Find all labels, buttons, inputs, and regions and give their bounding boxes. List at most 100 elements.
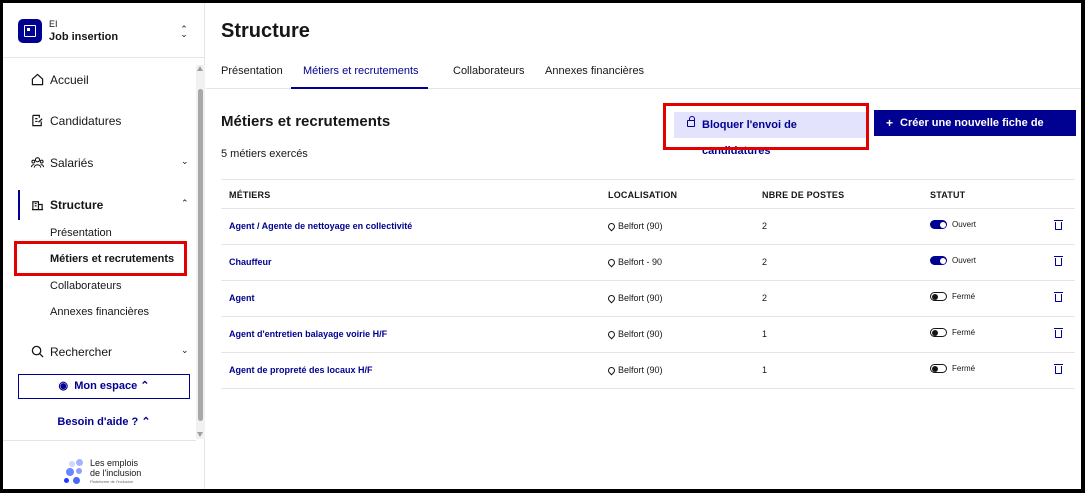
location: Belfort (90) xyxy=(606,293,663,304)
org-type: EI xyxy=(49,19,58,29)
sidebar-item-salaries[interactable]: Salariés ⌄ xyxy=(3,148,196,178)
plus-icon: + xyxy=(886,116,894,130)
status-toggle[interactable] xyxy=(930,292,947,301)
page-title: Structure xyxy=(221,20,310,42)
main-content: Structure Présentation Métiers et recrut… xyxy=(206,3,1081,489)
map-pin-icon xyxy=(606,257,617,268)
status-toggle[interactable] xyxy=(930,328,947,337)
trash-icon[interactable] xyxy=(1054,220,1063,230)
sidebar-scrollbar[interactable] xyxy=(196,65,205,439)
trash-icon[interactable] xyxy=(1054,364,1063,374)
org-logo xyxy=(18,19,42,43)
table-row: Agent / Agente de nettoyage en collectiv… xyxy=(221,209,1075,245)
file-edit-icon xyxy=(32,114,43,127)
sidebar-item-label: Candidatures xyxy=(50,114,122,128)
job-title-link[interactable]: Chauffeur xyxy=(229,257,272,267)
sidebar-item-label: Rechercher xyxy=(50,345,113,359)
status-label: Ouvert xyxy=(952,220,977,229)
mon-espace-button[interactable]: ◉ Mon espace ⌃ xyxy=(18,374,190,399)
chevron-down-icon: ⌄ xyxy=(181,345,189,355)
status-toggle[interactable] xyxy=(930,256,947,265)
tab-bar: Présentation Métiers et recrutements Col… xyxy=(206,58,1081,89)
tab-presentation[interactable]: Présentation xyxy=(221,65,287,89)
status-label: Fermé xyxy=(952,364,976,373)
job-count-cell: 1 xyxy=(762,365,768,375)
job-count-cell: 1 xyxy=(762,329,768,339)
sidebar-item-candidatures[interactable]: Candidatures xyxy=(3,106,196,136)
job-title-link[interactable]: Agent d'entretien balayage voirie H/F xyxy=(229,329,387,339)
table-row: Chauffeur Belfort - 90 2 Ouvert xyxy=(221,245,1075,281)
job-count-cell: 2 xyxy=(762,257,768,267)
create-job-label: Créer une nouvelle fiche de poste xyxy=(900,117,1044,155)
table-row: Agent Belfort (90) 2 Fermé xyxy=(221,281,1075,317)
trash-icon[interactable] xyxy=(1054,256,1063,266)
sidebar-item-label: Salariés xyxy=(50,156,94,170)
mon-espace-label: Mon espace xyxy=(74,380,138,392)
status-label: Fermé xyxy=(952,328,976,337)
user-circle-icon: ◉ xyxy=(58,380,75,392)
create-job-button[interactable]: + Créer une nouvelle fiche de poste xyxy=(874,110,1076,155)
trash-icon[interactable] xyxy=(1054,292,1063,302)
brand-logo xyxy=(63,459,93,485)
brand-tagline: Plateforme de l'inclusion xyxy=(90,479,134,484)
sidebar-item-label: Structure xyxy=(50,198,104,212)
map-pin-icon xyxy=(606,365,617,376)
sidebar-item-accueil[interactable]: Accueil xyxy=(3,65,196,95)
chevron-down-icon: ⌄ xyxy=(181,156,189,166)
building-icon xyxy=(24,25,36,37)
chevron-up-down-icon: ⌃ ⌄ xyxy=(180,24,188,39)
section-title: Métiers et recrutements xyxy=(221,113,391,130)
team-icon xyxy=(31,157,44,168)
scroll-thumb[interactable] xyxy=(198,89,203,421)
column-header-nb-postes: NBRE DE POSTES xyxy=(762,190,845,200)
job-count-cell: 2 xyxy=(762,293,768,303)
chevron-up-icon: ⌃ xyxy=(137,380,150,392)
column-header-statut: STATUT xyxy=(930,190,966,200)
chevron-up-icon: ⌃ xyxy=(181,198,189,208)
job-count: 5 métiers exercés xyxy=(221,148,308,160)
map-pin-icon xyxy=(606,221,617,232)
sidebar-item-label: Accueil xyxy=(50,73,89,87)
scroll-up-arrow-icon[interactable] xyxy=(197,66,203,71)
job-count-cell: 2 xyxy=(762,221,768,231)
org-name: Job insertion xyxy=(49,31,119,43)
table-header: MÉTIERS LOCALISATION NBRE DE POSTES STAT… xyxy=(221,179,1075,209)
search-icon xyxy=(31,345,44,358)
column-header-localisation: LOCALISATION xyxy=(608,190,678,200)
help-label: Besoin d'aide ? xyxy=(57,416,139,428)
home-icon xyxy=(31,73,44,86)
job-title-link[interactable]: Agent xyxy=(229,293,255,303)
status-toggle[interactable] xyxy=(930,220,947,229)
sidebar-subitem-collaborateurs[interactable]: Collaborateurs xyxy=(50,280,122,292)
location: Belfort (90) xyxy=(606,221,663,232)
sidebar-subitem-presentation[interactable]: Présentation xyxy=(50,227,112,239)
help-button[interactable]: Besoin d'aide ? ⌃ xyxy=(18,415,190,428)
app-window: EI Job insertion ⌃ ⌄ Accueil Candidatures… xyxy=(3,3,1081,489)
table-row: Agent de propreté des locaux H/F Belfort… xyxy=(221,353,1075,389)
highlight-box-block-button xyxy=(663,103,869,150)
map-pin-icon xyxy=(606,293,617,304)
brand-name: Les emplois de l'inclusion xyxy=(90,458,142,478)
scroll-down-arrow-icon[interactable] xyxy=(197,432,203,437)
job-title-link[interactable]: Agent / Agente de nettoyage en collectiv… xyxy=(229,221,412,231)
sidebar-item-rechercher[interactable]: Rechercher ⌄ xyxy=(3,337,196,367)
table-row: Agent d'entretien balayage voirie H/F Be… xyxy=(221,317,1075,353)
location: Belfort - 90 xyxy=(606,257,662,268)
location: Belfort (90) xyxy=(606,365,663,376)
job-title-link[interactable]: Agent de propreté des locaux H/F xyxy=(229,365,373,375)
column-header-metiers: MÉTIERS xyxy=(229,190,271,200)
status-toggle[interactable] xyxy=(930,364,947,373)
map-pin-icon xyxy=(606,329,617,340)
tab-metiers[interactable]: Métiers et recrutements xyxy=(291,65,428,89)
sidebar-subitem-annexes[interactable]: Annexes financières xyxy=(50,306,149,318)
sidebar-item-structure[interactable]: Structure ⌃ xyxy=(3,190,196,220)
org-switcher[interactable]: EI Job insertion ⌃ ⌄ xyxy=(3,3,205,58)
status-label: Fermé xyxy=(952,292,976,301)
highlight-box-sidebar xyxy=(14,241,187,276)
tab-collaborateurs[interactable]: Collaborateurs xyxy=(453,65,533,89)
location: Belfort (90) xyxy=(606,329,663,340)
trash-icon[interactable] xyxy=(1054,328,1063,338)
chevron-up-icon: ⌃ xyxy=(138,416,151,428)
tab-annexes[interactable]: Annexes financières xyxy=(545,65,649,89)
building-icon xyxy=(31,201,44,211)
